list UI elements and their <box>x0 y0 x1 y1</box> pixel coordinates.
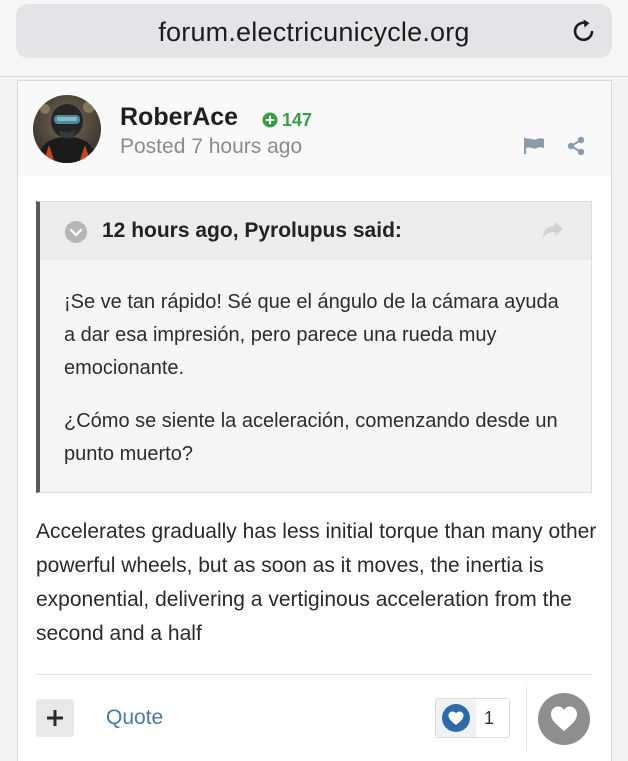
heart-icon <box>551 706 577 731</box>
quote-paragraph: ¿Cómo se siente la aceleración, comenzan… <box>64 410 558 465</box>
reputation-count: 147 <box>282 109 313 130</box>
like-button[interactable] <box>538 693 590 745</box>
divider <box>526 687 527 751</box>
reload-icon[interactable] <box>570 17 598 45</box>
reputation-badge: 147 <box>262 110 312 130</box>
divider <box>36 674 592 675</box>
share-icon[interactable] <box>566 136 586 156</box>
posted-time[interactable]: Posted 7 hours ago <box>120 135 302 159</box>
quote-block: 12 hours ago, Pyrolupus said: ¡Se ve tan… <box>36 201 592 493</box>
reaction-count: 1 <box>484 708 495 728</box>
plus-circle-icon <box>262 112 278 128</box>
flag-icon[interactable] <box>523 137 545 155</box>
address-bar[interactable]: forum.electricunicycle.org <box>16 4 612 58</box>
quote-button[interactable]: Quote <box>106 706 163 730</box>
post-header: RoberAce 147 Posted 7 hours ago <box>18 81 611 176</box>
chevron-down-icon[interactable] <box>64 220 88 244</box>
reply-arrow-icon[interactable] <box>541 220 565 240</box>
heart-icon <box>442 704 470 732</box>
multiquote-button[interactable] <box>36 699 74 737</box>
forum-post: RoberAce 147 Posted 7 hours ago 12 hours… <box>17 80 612 761</box>
browser-toolbar: forum.electricunicycle.org <box>0 0 628 77</box>
quote-body: ¡Se ve tan rápido! Sé que el ángulo de l… <box>64 286 574 491</box>
quote-citation: 12 hours ago, Pyrolupus said: <box>102 219 402 242</box>
url-text[interactable]: forum.electricunicycle.org <box>16 17 612 48</box>
plus-icon <box>47 710 63 726</box>
reaction-badge <box>436 699 476 737</box>
author-name[interactable]: RoberAce <box>120 103 238 132</box>
avatar[interactable] <box>33 95 101 163</box>
reaction-counter[interactable]: 1 <box>435 698 510 738</box>
quote-paragraph: ¡Se ve tan rápido! Sé que el ángulo de l… <box>64 291 559 379</box>
post-body: Accelerates gradually has less initial t… <box>36 520 597 645</box>
quote-header: 12 hours ago, Pyrolupus said: <box>40 202 591 260</box>
